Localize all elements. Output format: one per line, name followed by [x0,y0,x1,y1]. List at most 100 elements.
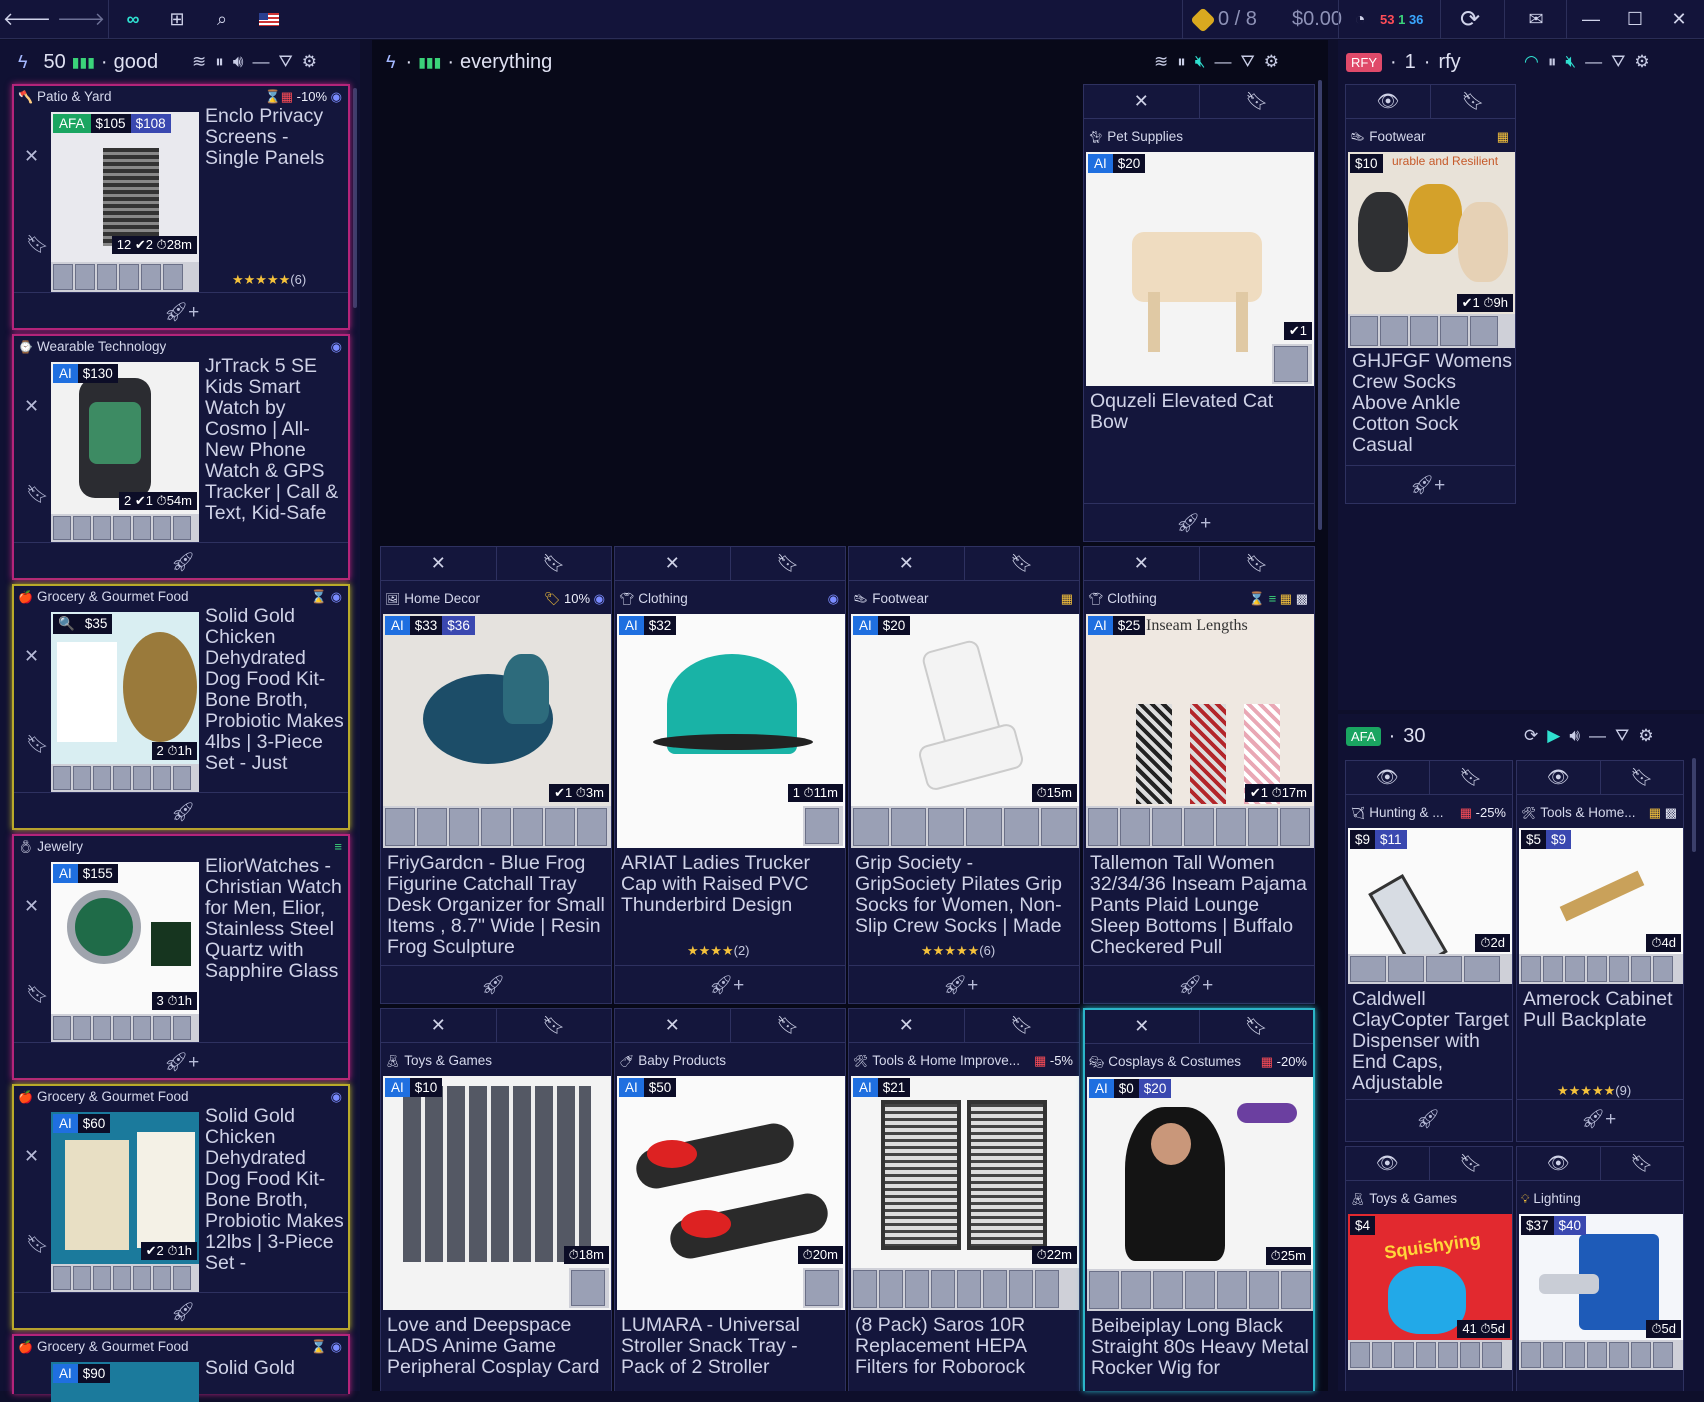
product-title[interactable]: Beibeiplay Long Black Straight 80s Heavy… [1091,1316,1311,1384]
dismiss-x-icon[interactable]: ✕ [849,547,965,580]
bookmark-icon[interactable]: 🔖︎ [497,547,612,580]
minus-icon[interactable]: — [252,52,269,72]
product-image[interactable]: AFA $105 $108 12 ✔2 ⏱28m [51,112,199,292]
rocket-icon[interactable]: 🚀︎ [171,800,195,824]
bookmark-icon[interactable]: 🔖︎ [26,984,49,1005]
bookmark-icon[interactable]: 🔖︎ [965,547,1080,580]
product-image[interactable]: $4 Squishying 41 ⏱5d [1348,1214,1512,1370]
pause-icon[interactable]: ⏸ [1548,52,1557,72]
product-card[interactable]: 👁︎ 🔖︎ 👟︎ Footwear ▦ $10 urable and Resilie… [1345,84,1516,504]
product-card[interactable]: ✕ 🔖︎ 🐈︎ Pet Supplies AI $20 ✔1 Oquzeli Elev… [1083,84,1315,542]
product-title[interactable]: GHJFGF Womens Crew Socks Above Ankle Cot… [1352,351,1512,457]
product-title[interactable]: Tallemon Tall Women 32/34/36 Inseam Paja… [1090,853,1310,957]
dismiss-x-icon[interactable]: ✕ [24,1146,39,1167]
filter-icon[interactable]: ⛛ [1240,52,1254,72]
rocket-plus-icon[interactable]: 🚀︎+ [1176,511,1211,535]
product-card[interactable]: 👁︎ 🔖︎ 💡︎ Lighting $37 $40 ⏱5d [1516,1146,1684,1391]
product-card[interactable]: ✕ 🔖︎ 🖼︎ Home Decor 🏷︎ 10% ◉ AI $33 $36 ✔1 ⏱3… [380,546,612,1004]
product-title[interactable]: Solid Gold Chicken Dehydrated Dog Food K… [205,606,345,782]
settings-gear-icon[interactable]: ⚙ [1264,52,1279,72]
bookmark-icon[interactable]: 🔖︎ [1200,85,1315,118]
product-title[interactable]: ARIAT Ladies Trucker Cap with Raised PVC… [621,853,841,923]
center-scrollbar[interactable] [1318,80,1322,530]
bookmark-icon[interactable]: 🔖︎ [1430,761,1513,794]
bookmark-icon[interactable]: 🔖︎ [26,484,49,505]
dismiss-x-icon[interactable]: ✕ [1084,547,1200,580]
product-title[interactable]: Solid Gold [205,1358,345,1382]
volume-icon[interactable]: 🔊︎ [1569,726,1580,746]
dismiss-x-icon[interactable]: ✕ [1084,85,1200,118]
product-card[interactable]: 🍎 Grocery & Gourmet Food ⌛ ◉ ✕ 🔖︎ 🔍 $35 2 … [12,584,350,830]
back-arrow-icon[interactable]: 🡐 [3,0,51,39]
rocket-plus-icon[interactable]: 🚀︎+ [164,1050,199,1074]
add-window-icon[interactable]: ⊞ [160,0,194,39]
dismiss-x-icon[interactable]: ✕ [849,1009,965,1042]
dismiss-x-icon[interactable]: ✕ [381,547,497,580]
product-card[interactable]: ⌚ Wearable Technology ◉ ✕ 🔖︎ AI $130 2 ✔1 … [12,334,350,580]
product-card[interactable]: ✕ 🔖︎ 👕︎ Clothing ◉ AI $32 1 ⏱11m ARIAT Ladi… [614,546,846,1004]
dismiss-x-icon[interactable]: ✕ [381,1009,497,1042]
bookmark-icon[interactable]: 🔖︎ [1200,1010,1314,1043]
product-card[interactable]: ✕ 🔖︎ 👕︎ Clothing ⌛ ≡ ▦ ▩ AI $25 Inseam Leng… [1083,546,1315,1004]
bookmark-icon[interactable]: 🔖︎ [497,1009,612,1042]
product-image[interactable]: AI $20 ⏱15m [851,614,1079,848]
bookmark-icon[interactable]: 🔖︎ [26,1234,49,1255]
eye-icon[interactable]: 👁︎ [1517,761,1601,794]
bookmark-icon[interactable]: 🔖︎ [1601,1147,1684,1180]
bookmark-icon[interactable]: 🔖︎ [1430,1147,1513,1180]
filter-icon[interactable]: ⛛ [278,52,292,72]
product-image[interactable]: AI $33 $36 ✔1 ⏱3m [383,614,611,848]
minimize-icon[interactable]: — [1576,0,1606,39]
bookmark-icon[interactable]: 🔖︎ [1431,85,1515,118]
product-image[interactable]: AI $60 ✔2 ⏱1h [51,1112,199,1292]
rocket-icon[interactable]: 🚀︎ [481,973,505,997]
bookmark-icon[interactable]: 🔖︎ [965,1009,1080,1042]
mute-icon[interactable]: 🔇︎ [1565,52,1576,72]
play-icon[interactable]: ▶ [1547,726,1560,746]
product-card[interactable]: 🪓 Patio & Yard ⌛▦ -10% ◉ ✕ 🔖︎ AFA $105 $108… [12,84,350,330]
product-card[interactable]: 🍎 Grocery & Gourmet Food ◉ ✕ 🔖︎ AI $60 ✔2 … [12,1084,350,1330]
bookmark-icon[interactable]: 🔖︎ [731,1009,846,1042]
product-image[interactable]: AI $21 ⏱22m [851,1076,1079,1310]
close-icon[interactable]: ✕ [1664,0,1694,39]
product-image[interactable]: AI $50 ⏱20m [617,1076,845,1310]
eye-icon[interactable]: 👁︎ [1346,761,1430,794]
filter-icon[interactable]: ⛛ [1611,52,1625,72]
product-card[interactable]: ✕ 🔖︎ 🛠︎ Tools & Home Improve... ▦ -5% AI $2… [848,1008,1080,1391]
product-card[interactable]: 👁︎ 🔖︎ 🧸︎ Toys & Games $4 Squishying 41 ⏱5d [1345,1146,1513,1391]
product-card[interactable]: ✕ 🔖︎ 🍼︎ Baby Products AI $50 ⏱20m LUMARA - … [614,1008,846,1391]
us-flag-icon[interactable] [252,0,286,39]
settings-gear-icon[interactable]: ⚙ [302,52,317,72]
rocket-plus-icon[interactable]: 🚀︎+ [1410,473,1445,497]
minus-icon[interactable]: — [1214,52,1231,72]
product-image[interactable]: AI $0 $20 ⏱25m [1087,1077,1313,1311]
refresh-icon[interactable]: ⟳ [1524,726,1538,746]
left-scrollbar[interactable] [353,88,357,308]
product-title[interactable]: Oquzeli Elevated Cat Bow [1090,391,1310,439]
product-card[interactable]: ✕ 🔖︎ 👟︎ Footwear ▦ AI $20 ⏱15m Grip Society… [848,546,1080,1004]
rocket-icon[interactable]: 🚀︎ [171,550,195,574]
product-title[interactable]: Caldwell ClayCopter Target Dispenser wit… [1352,989,1510,1095]
product-image[interactable]: $37 $40 ⏱5d [1519,1214,1683,1370]
dismiss-x-icon[interactable]: ✕ [24,396,39,417]
product-card[interactable]: ✕ 🔖︎ 🧸︎ Toys & Games AI $10 ⏱18m Love and D… [380,1008,612,1391]
product-card[interactable]: 💍︎ Jewelry ≡ ✕ 🔖︎ AI $155 3 ⏱1h EliorWatch… [12,834,350,1080]
product-card[interactable]: 🍎 Grocery & Gourmet Food ⌛ ◉ AI $90 Solid … [12,1334,350,1402]
dismiss-x-icon[interactable]: ✕ [24,896,39,917]
product-image[interactable]: AI $25 Inseam Lengths ✔1 ⏱17m [1086,614,1314,848]
product-title[interactable]: LUMARA - Universal Stroller Snack Tray -… [621,1315,841,1383]
layers-icon[interactable]: ≋ [1154,52,1168,72]
dismiss-x-icon[interactable]: ✕ [615,547,731,580]
settings-gear-icon[interactable]: ⚙ [1638,726,1653,746]
eye-icon[interactable]: 👁︎ [1346,85,1431,118]
rocket-icon[interactable]: 🚀︎ [171,1300,195,1324]
rocket-plus-icon[interactable]: 🚀︎+ [943,973,978,997]
product-image[interactable]: AI $155 3 ⏱1h [51,862,199,1042]
dismiss-x-icon[interactable]: ✕ [24,146,39,167]
layers-icon[interactable]: ≋ [192,52,206,72]
settings-gear-icon[interactable]: ⚙ [1634,52,1649,72]
product-title[interactable]: Solid Gold Chicken Dehydrated Dog Food K… [205,1106,345,1282]
product-title[interactable]: Grip Society - GripSociety Pilates Grip … [855,853,1075,937]
product-image[interactable]: AI $130 2 ✔1 ⏱54m [51,362,199,542]
loading-spinner-icon[interactable]: ◠ [1524,52,1539,72]
